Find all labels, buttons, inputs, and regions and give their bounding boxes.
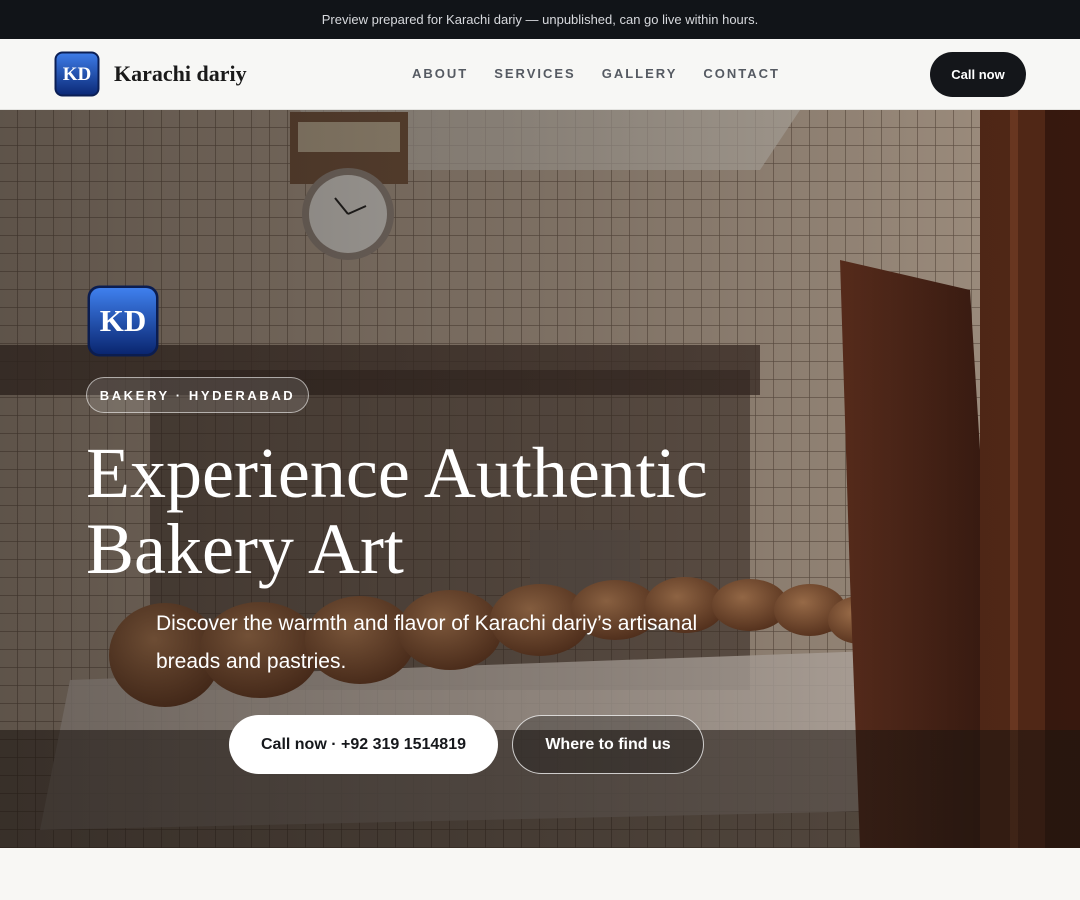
hero-subtitle: Discover the warmth and flavor of Karach… — [156, 612, 698, 673]
hero-logo: KD — [87, 285, 159, 357]
hero-title-line-2: Bakery Art — [86, 509, 404, 589]
hero-section: KD BAKERY · HYDERABAD Experience Authent… — [0, 110, 1080, 848]
hero-title-line-1: Experience Authentic — [86, 433, 708, 513]
preview-banner: Preview prepared for Karachi dariy — unp… — [0, 0, 1080, 39]
brand-logo-text: KD — [63, 64, 92, 85]
next-section — [0, 848, 1080, 900]
brand-name[interactable]: Karachi dariy — [114, 61, 247, 87]
nav-link-gallery[interactable]: GALLERY — [602, 66, 678, 81]
category-tag: BAKERY · HYDERABAD — [86, 377, 309, 413]
nav-link-about[interactable]: ABOUT — [412, 66, 468, 81]
call-phone-button[interactable]: Call now · +92 319 1514819 — [229, 715, 498, 774]
preview-banner-text: Preview prepared for Karachi dariy — unp… — [321, 12, 759, 27]
site-header: KD Karachi dariy ABOUT SERVICES GALLERY … — [0, 39, 1080, 110]
hero-logo-text: KD — [100, 303, 147, 338]
call-now-button[interactable]: Call now — [930, 52, 1026, 97]
nav-link-contact[interactable]: CONTACT — [703, 66, 780, 81]
nav-link-services[interactable]: SERVICES — [494, 66, 576, 81]
main-nav: ABOUT SERVICES GALLERY CONTACT — [412, 66, 780, 81]
hero-title: Experience Authentic Bakery Art — [86, 435, 786, 587]
find-us-button[interactable]: Where to find us — [512, 715, 704, 774]
brand-logo[interactable]: KD — [54, 51, 100, 97]
